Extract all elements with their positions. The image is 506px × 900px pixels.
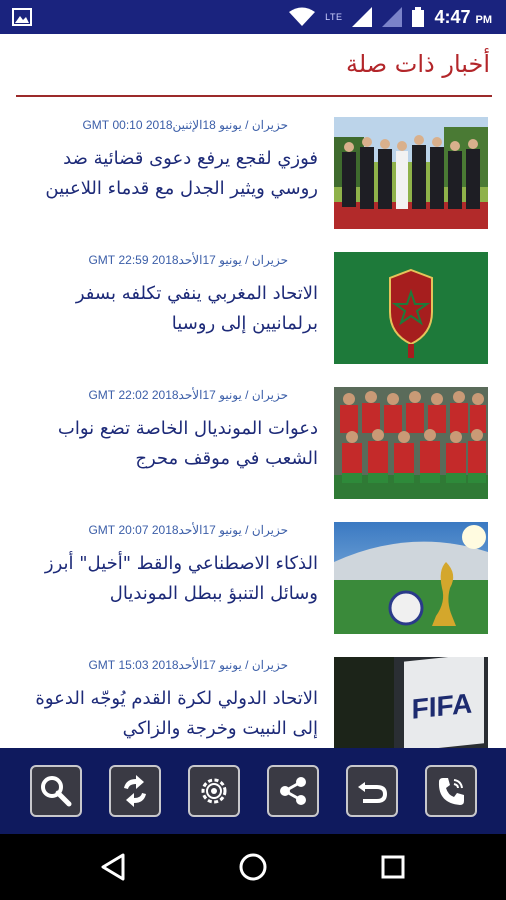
undo-icon (358, 782, 388, 803)
square-recents-icon (381, 855, 405, 879)
network-type: LTE (325, 12, 343, 22)
settings-button[interactable] (188, 765, 240, 817)
system-navigation-bar (0, 834, 506, 900)
news-headline[interactable]: الذكاء الاصطناعي والقط "أخيل" أبرز وسائل… (18, 549, 318, 609)
circle-home-icon (239, 853, 267, 881)
share-button[interactable] (267, 765, 319, 817)
share-icon (280, 777, 306, 805)
wifi-icon (289, 7, 316, 26)
news-item[interactable]: حزيران / يونيو 17الأحد2018 22:02 GMT دعو… (0, 380, 506, 510)
battery-icon (412, 7, 425, 27)
news-thumbnail[interactable] (334, 117, 488, 229)
bottom-toolbar (0, 748, 506, 834)
signal-icon (352, 7, 373, 27)
call-button[interactable] (425, 765, 477, 817)
phone-icon (438, 778, 464, 805)
search-icon (41, 776, 72, 807)
signal-icon-2 (382, 7, 403, 27)
nav-recents-button[interactable] (377, 851, 409, 883)
gear-icon (201, 778, 227, 804)
section-title: أخبار ذات صلة (345, 50, 490, 78)
news-date: حزيران / يونيو 17الأحد2018 22:02 GMT (88, 388, 288, 402)
news-headline[interactable]: الاتحاد المغربي ينفي تكلفه بسفر برلمانيي… (18, 279, 318, 339)
svg-text:FIFA: FIFA (412, 688, 473, 725)
back-button[interactable] (346, 765, 398, 817)
news-thumbnail[interactable] (334, 252, 488, 364)
refresh-button[interactable] (109, 765, 161, 817)
refresh-icon (124, 775, 146, 807)
nav-back-button[interactable] (97, 851, 129, 883)
status-bar: LTE 4:47 PM (0, 0, 506, 34)
clock: 4:47 PM (434, 6, 492, 27)
triangle-back-icon (101, 853, 125, 881)
news-thumbnail[interactable] (334, 522, 488, 634)
title-divider (16, 95, 492, 97)
search-button[interactable] (30, 765, 82, 817)
news-thumbnail[interactable] (334, 387, 488, 499)
news-date: حزيران / يونيو 18الإثنين2018 00:10 GMT (82, 118, 288, 132)
news-date: حزيران / يونيو 17الأحد2018 20:07 GMT (88, 523, 288, 537)
gallery-notification-icon (12, 8, 32, 26)
news-headline[interactable]: فوزي لقجع يرفع دعوى قضائية ضد روسي ويثير… (18, 144, 318, 204)
news-item[interactable]: حزيران / يونيو 17الأحد2018 20:07 GMT الذ… (0, 515, 506, 645)
news-item[interactable]: حزيران / يونيو 18الإثنين2018 00:10 GMT ف… (0, 110, 506, 240)
news-item[interactable]: حزيران / يونيو 17الأحد2018 22:59 GMT الا… (0, 245, 506, 375)
news-date: حزيران / يونيو 17الأحد2018 22:59 GMT (88, 253, 288, 267)
nav-home-button[interactable] (237, 851, 269, 883)
news-headline[interactable]: دعوات المونديال الخاصة تضع نواب الشعب في… (18, 414, 318, 474)
news-date: حزيران / يونيو 17الأحد2018 15:03 GMT (88, 658, 288, 672)
news-headline[interactable]: الاتحاد الدولي لكرة القدم يُوجّه الدعوة … (18, 684, 318, 744)
